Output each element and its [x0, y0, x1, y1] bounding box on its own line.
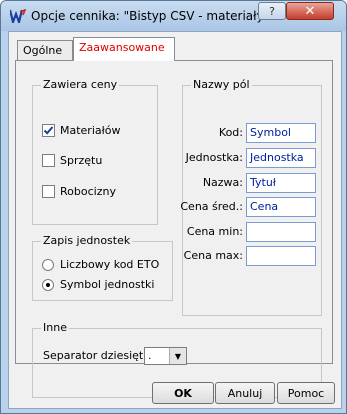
help-button[interactable]: Pomoc	[277, 382, 335, 404]
checkbox-sprzetu[interactable]	[42, 154, 55, 167]
checkbox-label: Robocizny	[60, 185, 116, 198]
cancel-button[interactable]: Anuluj	[215, 382, 275, 404]
dialog-window: Opcje cennika: "Bistyp CSV - materiały" …	[0, 0, 347, 414]
check-icon	[43, 126, 54, 135]
checkbox-label: Materiałów	[60, 124, 121, 137]
group-label: Zawiera ceny	[41, 78, 120, 91]
tab-panel: Zawiera ceny Materiałów Sprzętu Robocizn…	[15, 60, 333, 398]
cena-max-field[interactable]	[246, 246, 316, 266]
cena-sred-field[interactable]: Cena	[246, 197, 316, 217]
group-zapis-jednostek: Zapis jednostek Liczbowy kod ETO Symbol …	[32, 234, 173, 301]
field-label: Nazwa:	[202, 176, 243, 189]
tab-label: Zaawansowane	[79, 41, 165, 54]
close-button[interactable]: ✕	[286, 2, 334, 20]
app-icon	[10, 9, 26, 23]
kod-field[interactable]: Symbol	[246, 123, 316, 143]
nazwa-field[interactable]: Tytuł	[246, 173, 316, 193]
radio-dot-icon	[46, 283, 50, 287]
radio-label: Liczbowy kod ETO	[60, 258, 160, 271]
group-nazwy-pol: Nazwy pól Kod: Symbol Jednostka: Jednost…	[180, 78, 322, 316]
separator-label: Separator dziesiętny:	[43, 349, 160, 362]
help-title-button[interactable]: ?	[258, 2, 286, 20]
field-label: Cena max:	[183, 249, 243, 262]
dropdown-arrow-icon[interactable]: ▼	[169, 348, 186, 364]
checkbox-robocizny[interactable]	[42, 185, 55, 198]
button-label: OK	[174, 386, 192, 400]
ok-button[interactable]: OK	[152, 382, 214, 404]
button-label: Anuluj	[227, 386, 263, 400]
tab-label: Ogólne	[23, 44, 63, 57]
close-icon: ✕	[304, 3, 316, 19]
field-label: Jednostka:	[185, 151, 243, 164]
group-label: Nazwy pól	[191, 78, 252, 91]
button-label: Pomoc	[287, 386, 325, 400]
group-label: Zapis jednostek	[41, 234, 133, 247]
dialog-body: Ogólne Zaawansowane Zawiera ceny Materia…	[8, 31, 342, 409]
tab-zaawansowane[interactable]: Zaawansowane	[73, 37, 175, 61]
field-label: Cena śred.:	[180, 200, 243, 213]
window-title: Opcje cennika: "Bistyp CSV - materiały"	[31, 9, 270, 23]
cena-min-field[interactable]	[246, 222, 316, 242]
radio-liczbowy-kod[interactable]	[42, 259, 54, 271]
checkbox-materialow[interactable]	[42, 124, 55, 137]
question-icon: ?	[269, 4, 275, 18]
tab-ogolne[interactable]: Ogólne	[17, 40, 73, 60]
field-label: Cena min:	[186, 225, 243, 238]
field-label: Kod:	[218, 126, 243, 139]
group-zawiera-ceny: Zawiera ceny Materiałów Sprzętu Robocizn…	[32, 78, 158, 225]
checkbox-label: Sprzętu	[60, 154, 103, 167]
separator-combo[interactable]: . ▼	[144, 347, 187, 365]
jednostka-field[interactable]: Jednostka	[246, 148, 316, 168]
separator-value: .	[148, 349, 152, 362]
radio-symbol-jednostki[interactable]	[42, 279, 54, 291]
title-bar: Opcje cennika: "Bistyp CSV - materiały" …	[1, 1, 346, 31]
radio-label: Symbol jednostki	[60, 278, 155, 291]
